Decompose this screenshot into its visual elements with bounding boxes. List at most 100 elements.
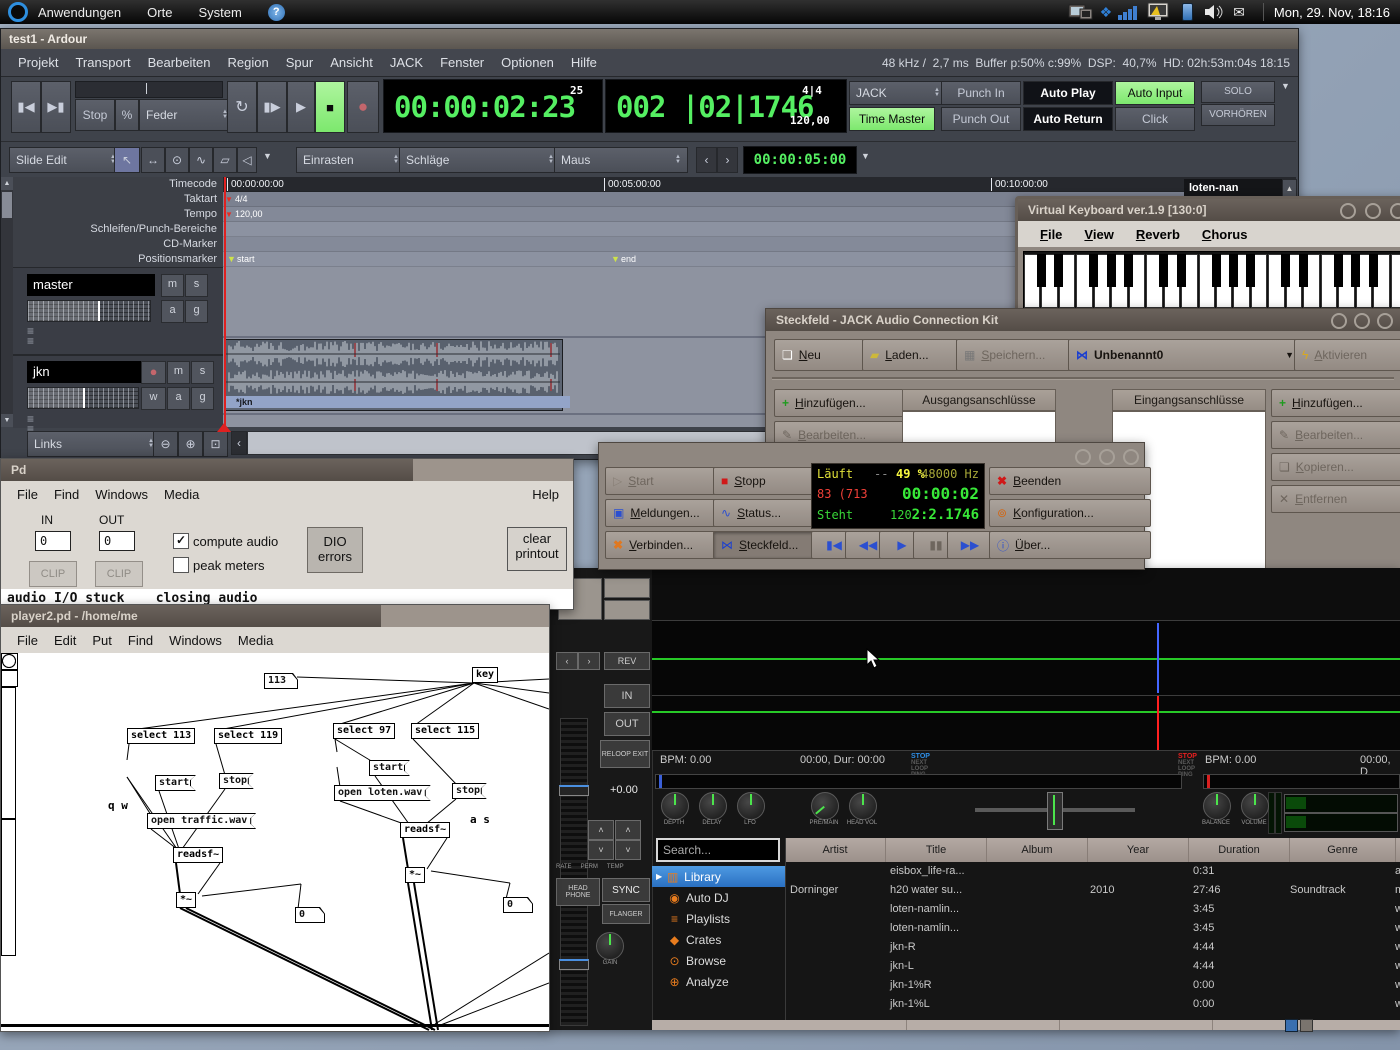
menu-chorus[interactable]: Chorus	[1202, 227, 1248, 242]
menu-bearbeiten[interactable]: Bearbeiten	[148, 55, 211, 70]
location-marker-end[interactable]: ▼	[611, 252, 620, 267]
knob-depth[interactable]	[661, 792, 689, 820]
cue-back-button[interactable]: ‹	[556, 652, 578, 670]
quit-button[interactable]: ✖Beenden	[989, 467, 1151, 495]
menu-windows[interactable]: Windows	[169, 633, 222, 648]
timecode-display[interactable]: 00:00:02:23 25	[383, 79, 603, 133]
patchbay-preset-select[interactable]: ⋈Unbenannt0▼	[1068, 339, 1302, 371]
distro-logo-icon[interactable]	[8, 2, 28, 22]
knob-balance[interactable]	[1203, 792, 1231, 820]
tool-edit-icon[interactable]: ▱	[213, 147, 237, 173]
time-master-button[interactable]: Time Master	[849, 107, 935, 131]
signal-bars-icon[interactable]	[1118, 4, 1138, 20]
jkn-mute-button[interactable]: m	[167, 361, 190, 384]
vertical-scrollbar[interactable]: ▲ ▼	[1, 177, 13, 427]
piano-black-key[interactable]	[1334, 254, 1343, 287]
pd-object[interactable]: select 119	[214, 728, 282, 744]
track-row[interactable]: loten-namlin...3:45w	[785, 900, 1400, 919]
stop-button[interactable]: ■	[315, 81, 345, 133]
pd-message[interactable]: open loten.wav	[334, 785, 431, 801]
ruler-label-cdmarker[interactable]: CD-Marker	[13, 237, 223, 252]
pd-object[interactable]: readsf~	[400, 822, 450, 838]
jkn-fader[interactable]	[27, 387, 139, 409]
waveform-deck2[interactable]	[652, 696, 1400, 751]
output-add-button[interactable]: +Hinzufügen...	[774, 389, 908, 417]
piano-black-key[interactable]	[1089, 254, 1098, 287]
panel-clock[interactable]: Mon, 29. Nov, 18:16	[1274, 5, 1390, 20]
tempo-marker-icon[interactable]: ▼	[225, 207, 233, 222]
master-g-button[interactable]: g	[185, 300, 208, 323]
jkn-solo-button[interactable]: s	[191, 361, 214, 384]
vk-maximize-icon[interactable]	[1365, 203, 1381, 219]
menu-spur[interactable]: Spur	[286, 55, 313, 70]
piano-black-key[interactable]	[1299, 254, 1308, 287]
track-row[interactable]: loten-namlin...3:45w	[785, 919, 1400, 938]
transport-forward-button[interactable]: ▶▶	[947, 531, 993, 559]
deck1-overview[interactable]	[655, 774, 1182, 789]
jkn-record-button[interactable]: ●	[141, 361, 166, 384]
bbt-display[interactable]: 002 |02|1746 4|4 120,00	[605, 79, 847, 133]
hscroll-left-icon[interactable]: ‹	[231, 431, 247, 455]
expander-icon[interactable]: ▶	[656, 872, 662, 881]
punch-in-button[interactable]: Punch In	[941, 81, 1021, 105]
track-row[interactable]: Dorningerh20 water su...201027:46Soundtr…	[785, 881, 1400, 900]
flanger-button[interactable]: FLANGER	[602, 904, 650, 924]
ruler-row-0[interactable]: 00:00:00:0000:05:00:0000:10:00:00	[223, 177, 1296, 192]
deck2-overview[interactable]	[1203, 774, 1400, 789]
menu-orte[interactable]: Orte	[147, 5, 172, 20]
column-header-album[interactable]: Album	[987, 838, 1088, 862]
piano-black-key[interactable]	[1369, 254, 1378, 287]
library-table-header[interactable]: ArtistTitleAlbumYearDurationGenre	[785, 838, 1400, 862]
in-meter-value[interactable]: 0	[35, 531, 71, 551]
snap-mode-select[interactable]: Einrasten▲▼	[296, 147, 406, 173]
ruler-label-positionsmarker[interactable]: Positionsmarker	[13, 252, 223, 267]
menu-hilfe[interactable]: Hilfe	[571, 55, 597, 70]
qjackctl-minimize-icon[interactable]	[1075, 449, 1091, 465]
patchbay-load-button[interactable]: ▰Laden...	[862, 339, 958, 371]
pd-message[interactable]: stop	[452, 783, 487, 799]
column-header-type[interactable]	[1396, 838, 1400, 862]
menu-jack[interactable]: JACK	[390, 55, 423, 70]
sidebar-item-crates[interactable]: ◆Crates	[652, 929, 785, 950]
sync-button[interactable]: SYNC	[602, 878, 650, 902]
remove-button[interactable]: ✕Entfernen	[1271, 485, 1400, 513]
zoom-out-icon[interactable]: ⊖	[153, 431, 178, 457]
input-add-button[interactable]: +Hinzufügen...	[1271, 389, 1400, 417]
peak-meters-checkbox[interactable]	[173, 557, 189, 573]
edit-mode-select[interactable]: Slide Edit▲▼	[9, 147, 123, 173]
pd-object[interactable]: *~	[405, 867, 425, 883]
meter-marker-icon[interactable]: ▼	[225, 192, 233, 207]
region-pane-header[interactable]: loten-nan	[1184, 179, 1285, 197]
info-icon[interactable]	[1300, 1019, 1313, 1032]
qjackctl-maximize-icon[interactable]	[1099, 449, 1115, 465]
piano-black-key[interactable]	[1281, 254, 1290, 287]
record-button[interactable]: ●	[347, 81, 379, 133]
master-menu-icon[interactable]: ≡≡	[27, 326, 34, 346]
zoom-in-icon[interactable]: ⊕	[178, 431, 203, 457]
menu-transport[interactable]: Transport	[75, 55, 130, 70]
rate-up-button[interactable]: ˄	[588, 820, 614, 840]
vk-minimize-icon[interactable]	[1340, 203, 1356, 219]
loop-in-button[interactable]: IN	[604, 684, 650, 708]
knob-premain[interactable]	[811, 792, 839, 820]
jkn-a-button[interactable]: a	[167, 387, 190, 410]
menu-windows[interactable]: Windows	[95, 487, 148, 502]
rate-down-button[interactable]: ˅	[588, 840, 614, 860]
pd-message[interactable]: open traffic.wav	[147, 813, 256, 829]
patchbay-minimize-icon[interactable]	[1331, 313, 1347, 329]
menu-file[interactable]: File	[1040, 227, 1062, 242]
tool-range-icon[interactable]: ↔	[141, 147, 165, 173]
status-button[interactable]: ∿Status...	[713, 499, 821, 527]
menu-system[interactable]: System	[198, 5, 241, 20]
auto-return-button[interactable]: Auto Return	[1023, 107, 1113, 131]
tool-grab-icon[interactable]: ↖	[114, 147, 140, 173]
punch-out-button[interactable]: Punch Out	[941, 107, 1021, 131]
nav-prev-button[interactable]: ‹	[696, 147, 717, 173]
column-header-year[interactable]: Year	[1088, 838, 1189, 862]
menu-put[interactable]: Put	[92, 633, 112, 648]
shuttle-stop-button[interactable]: Stop	[75, 99, 115, 131]
snap-unit-select[interactable]: Schläge▲▼	[399, 147, 561, 173]
start-button[interactable]: ▷Start	[605, 467, 723, 495]
edit-point-clock[interactable]: 00:00:05:00	[743, 146, 857, 174]
sidebar-item-playlists[interactable]: ≡Playlists	[652, 908, 785, 929]
